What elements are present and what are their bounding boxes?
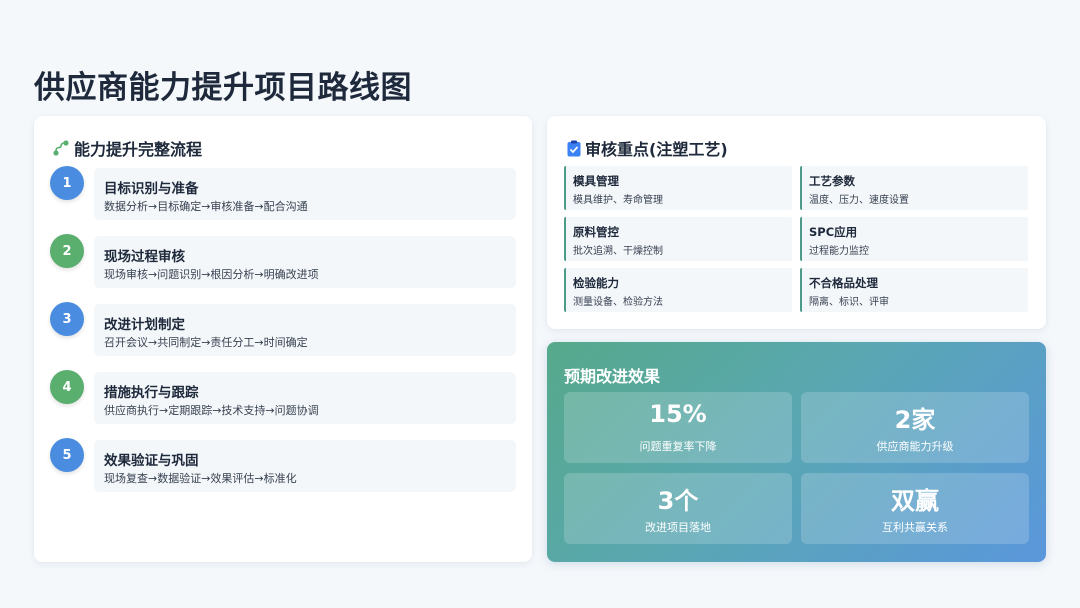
audit-item-title: 工艺参数 <box>809 174 855 188</box>
effect-heading: 预期改进效果 <box>564 367 661 386</box>
audit-item: SPC应用 过程能力监控 <box>800 217 1028 261</box>
page-title: 供应商能力提升项目路线图 <box>34 70 412 106</box>
clipboard-check-icon <box>567 140 581 157</box>
step-box: 现场过程审核 现场审核→问题识别→根因分析→明确改进项 <box>94 236 516 288</box>
step-desc: 现场审核→问题识别→根因分析→明确改进项 <box>104 268 319 281</box>
audit-card: 审核重点(注塑工艺) 模具管理 模具维护、寿命管理 工艺参数 温度、压力、速度设… <box>547 116 1046 329</box>
effect-card: 预期改进效果 15% 问题重复率下降 2家 供应商能力升级 3个 改进项目落地 … <box>547 342 1046 562</box>
audit-item-title: 检验能力 <box>573 276 619 290</box>
step-number: 5 <box>50 438 84 472</box>
step-desc: 召开会议→共同制定→责任分工→时间确定 <box>104 336 308 349</box>
effect-stat-value: 15% <box>649 400 707 428</box>
effect-stat-value: 3个 <box>657 487 699 515</box>
effect-stat-value: 双赢 <box>891 487 939 515</box>
step-box: 改进计划制定 召开会议→共同制定→责任分工→时间确定 <box>94 304 516 356</box>
flow-step: 1 目标识别与准备 数据分析→目标确定→审核准备→配合沟通 <box>50 166 516 220</box>
step-title: 效果验证与巩固 <box>104 453 199 469</box>
step-box: 效果验证与巩固 现场复查→数据验证→效果评估→标准化 <box>94 440 516 492</box>
flow-step: 4 措施执行与跟踪 供应商执行→定期跟踪→技术支持→问题协调 <box>50 370 516 424</box>
flow-card: 能力提升完整流程 1 目标识别与准备 数据分析→目标确定→审核准备→配合沟通 2… <box>34 116 532 562</box>
audit-item-title: 模具管理 <box>573 174 619 188</box>
effect-stat-label: 问题重复率下降 <box>639 440 717 453</box>
step-number: 2 <box>50 234 84 268</box>
effect-stat-label: 改进项目落地 <box>645 521 711 534</box>
step-title: 改进计划制定 <box>104 317 185 333</box>
step-number: 4 <box>50 370 84 404</box>
slide: 供应商能力提升项目路线图 能力提升完整流程 1 目标识别与准备 数据分析→目标确… <box>0 0 1080 608</box>
effect-stat: 15% 问题重复率下降 <box>564 392 792 463</box>
step-number: 3 <box>50 302 84 336</box>
audit-item-title: SPC应用 <box>809 225 858 239</box>
audit-heading: 审核重点(注塑工艺) <box>567 136 728 160</box>
audit-item-desc: 温度、压力、速度设置 <box>809 195 909 206</box>
effect-stat-label: 供应商能力升级 <box>876 440 954 453</box>
step-desc: 现场复查→数据验证→效果评估→标准化 <box>104 472 297 485</box>
step-title: 现场过程审核 <box>104 249 185 265</box>
audit-item-desc: 隔离、标识、评审 <box>809 297 889 308</box>
step-box: 目标识别与准备 数据分析→目标确定→审核准备→配合沟通 <box>94 168 516 220</box>
audit-item-title: 原料管控 <box>573 225 619 239</box>
flow-step: 5 效果验证与巩固 现场复查→数据验证→效果评估→标准化 <box>50 438 516 492</box>
flow-step: 3 改进计划制定 召开会议→共同制定→责任分工→时间确定 <box>50 302 516 356</box>
audit-item-desc: 批次追溯、干燥控制 <box>573 246 663 257</box>
effect-stat: 3个 改进项目落地 <box>564 473 792 544</box>
effect-stat: 2家 供应商能力升级 <box>801 392 1029 463</box>
audit-item-desc: 模具维护、寿命管理 <box>573 195 663 206</box>
audit-item-title: 不合格品处理 <box>809 276 878 290</box>
audit-item: 模具管理 模具维护、寿命管理 <box>564 166 792 210</box>
flow-heading: 能力提升完整流程 <box>52 136 202 160</box>
audit-item: 原料管控 批次追溯、干燥控制 <box>564 217 792 261</box>
flow-heading-text: 能力提升完整流程 <box>74 140 203 159</box>
effect-stat-label: 互利共赢关系 <box>882 521 948 534</box>
audit-heading-text: 审核重点(注塑工艺) <box>585 140 728 159</box>
audit-item: 不合格品处理 隔离、标识、评审 <box>800 268 1028 312</box>
audit-item: 工艺参数 温度、压力、速度设置 <box>800 166 1028 210</box>
step-desc: 供应商执行→定期跟踪→技术支持→问题协调 <box>104 404 319 417</box>
effect-stat: 双赢 互利共赢关系 <box>801 473 1029 544</box>
step-title: 措施执行与跟踪 <box>104 385 199 401</box>
audit-item-desc: 测量设备、检验方法 <box>573 297 663 308</box>
step-desc: 数据分析→目标确定→审核准备→配合沟通 <box>104 200 308 213</box>
audit-item: 检验能力 测量设备、检验方法 <box>564 268 792 312</box>
step-number: 1 <box>50 166 84 200</box>
route-icon <box>52 139 70 157</box>
audit-item-desc: 过程能力监控 <box>809 246 869 257</box>
step-title: 目标识别与准备 <box>104 181 199 197</box>
flow-step: 2 现场过程审核 现场审核→问题识别→根因分析→明确改进项 <box>50 234 516 288</box>
effect-stat-value: 2家 <box>894 406 936 434</box>
step-box: 措施执行与跟踪 供应商执行→定期跟踪→技术支持→问题协调 <box>94 372 516 424</box>
